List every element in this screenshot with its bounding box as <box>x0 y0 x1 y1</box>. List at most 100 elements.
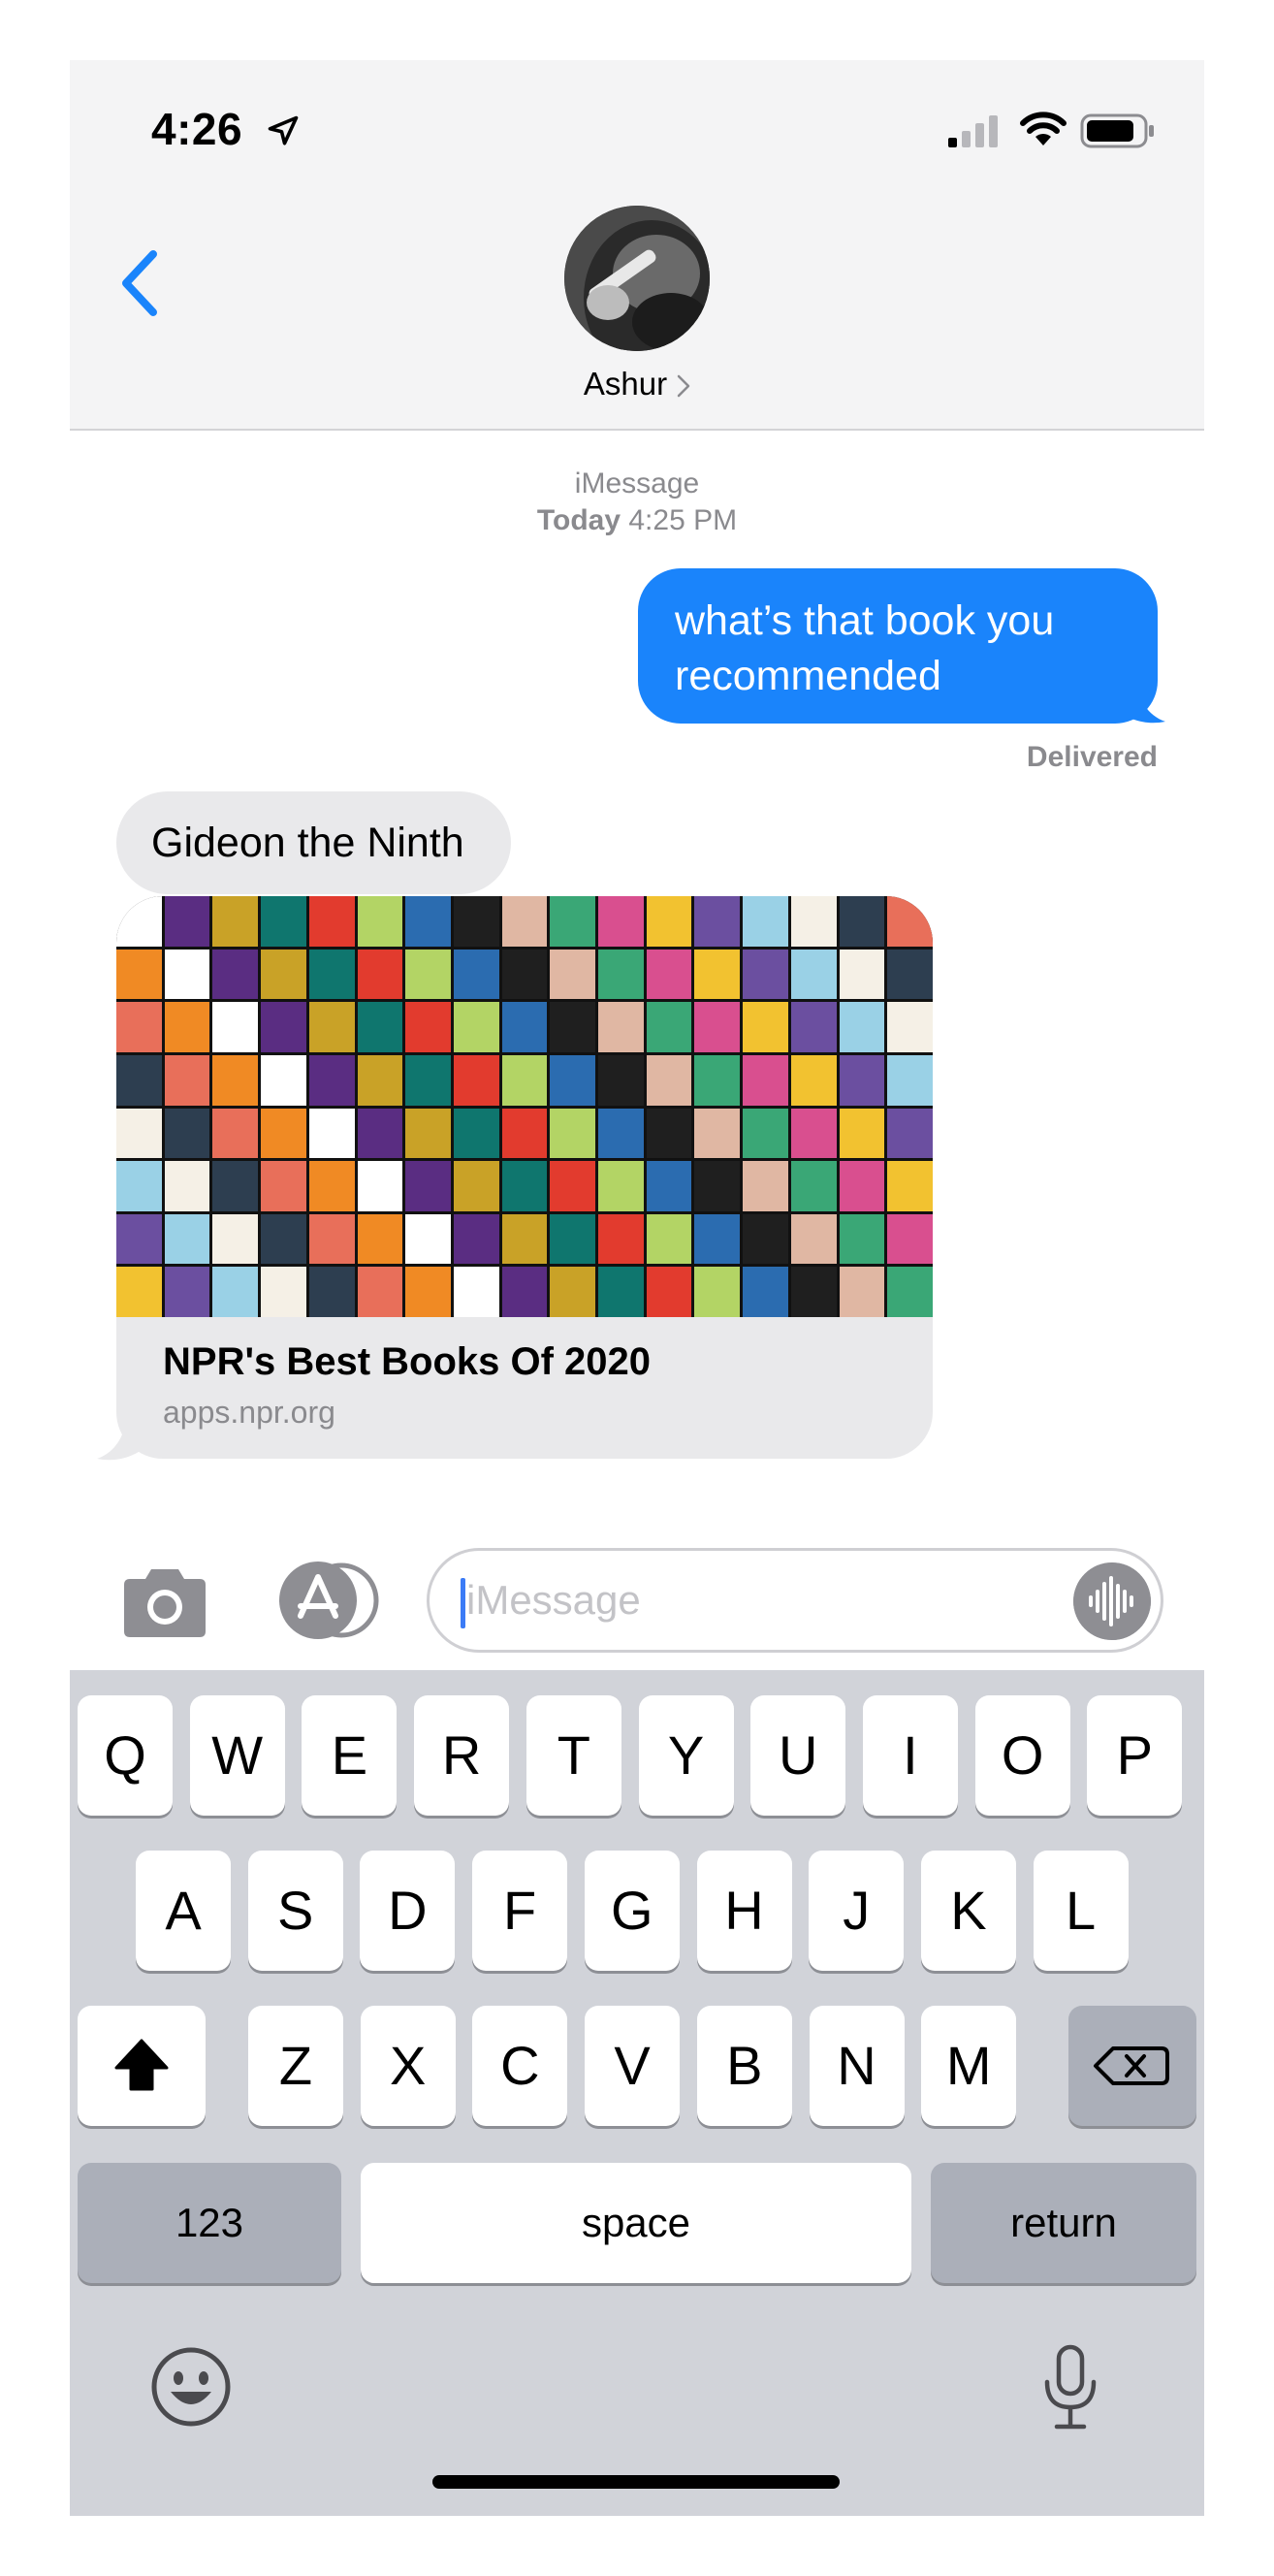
key-k[interactable]: K <box>920 1851 1016 1971</box>
key-f[interactable]: F <box>472 1851 568 1971</box>
timestamp-time: 4:25 PM <box>628 504 738 536</box>
back-button[interactable] <box>111 244 169 322</box>
key-r[interactable]: R <box>414 1695 510 1816</box>
outgoing-message-bubble[interactable]: what’s that book you recommended <box>638 568 1158 724</box>
key-n[interactable]: N <box>809 2006 905 2126</box>
book-cover <box>164 896 210 947</box>
book-cover <box>116 1054 162 1106</box>
book-cover <box>308 896 355 947</box>
audio-waveform-icon[interactable] <box>1073 1562 1151 1640</box>
book-cover <box>357 1108 403 1159</box>
incoming-message-bubble[interactable]: Gideon the Ninth <box>116 791 511 894</box>
book-cover <box>550 1161 596 1211</box>
book-cover <box>887 1002 933 1052</box>
book-cover <box>308 1161 355 1211</box>
book-cover <box>212 1054 259 1106</box>
book-cover <box>694 1002 741 1052</box>
text-cursor <box>461 1578 465 1628</box>
avatar-photo <box>564 206 710 351</box>
book-cover <box>357 1002 403 1052</box>
book-cover <box>550 949 596 1000</box>
book-cover <box>501 1213 548 1265</box>
book-cover <box>116 896 162 947</box>
key-v[interactable]: V <box>585 2006 681 2126</box>
camera-icon[interactable] <box>118 1565 211 1639</box>
status-time: 4:26 <box>151 104 243 154</box>
book-cover <box>116 1108 162 1159</box>
book-cover <box>694 949 741 1000</box>
key-i[interactable]: I <box>862 1695 958 1816</box>
book-cover <box>501 1002 548 1052</box>
emoji-icon[interactable] <box>149 2345 233 2429</box>
book-cover <box>308 1054 355 1106</box>
microphone-icon[interactable] <box>1041 2343 1099 2432</box>
key-m[interactable]: M <box>921 2006 1017 2126</box>
book-cover <box>790 1161 837 1211</box>
key-p[interactable]: P <box>1087 1695 1183 1816</box>
battery-icon <box>1080 113 1154 148</box>
key-o[interactable]: O <box>974 1695 1070 1816</box>
book-cover <box>790 1213 837 1265</box>
return-key[interactable]: return <box>931 2163 1196 2283</box>
key-e[interactable]: E <box>302 1695 398 1816</box>
book-cover <box>887 1213 933 1265</box>
book-cover <box>501 1108 548 1159</box>
book-cover-collage <box>116 896 933 1317</box>
book-cover <box>550 1054 596 1106</box>
numbers-key[interactable]: 123 <box>78 2163 341 2283</box>
book-cover <box>598 896 644 947</box>
delivery-status: Delivered <box>1026 741 1158 773</box>
key-t[interactable]: T <box>526 1695 621 1816</box>
key-z[interactable]: Z <box>248 2006 343 2126</box>
backspace-key[interactable] <box>1068 2006 1196 2126</box>
key-x[interactable]: X <box>360 2006 456 2126</box>
book-cover <box>646 1108 692 1159</box>
book-cover <box>261 1267 306 1317</box>
key-b[interactable]: B <box>696 2006 792 2126</box>
key-s[interactable]: S <box>247 1851 343 1971</box>
book-cover <box>550 1108 596 1159</box>
key-g[interactable]: G <box>584 1851 680 1971</box>
book-cover <box>453 1161 499 1211</box>
book-cover <box>887 1161 933 1211</box>
space-key[interactable]: space <box>361 2163 911 2283</box>
app-store-icon[interactable] <box>271 1560 380 1641</box>
message-input[interactable]: iMessage <box>427 1548 1163 1653</box>
key-l[interactable]: L <box>1033 1851 1129 1971</box>
key-d[interactable]: D <box>360 1851 456 1971</box>
key-y[interactable]: Y <box>638 1695 734 1816</box>
shift-key[interactable] <box>78 2006 206 2126</box>
book-cover <box>261 1161 306 1211</box>
message-input-placeholder: iMessage <box>466 1577 641 1623</box>
book-cover <box>743 949 788 1000</box>
incoming-message-text: Gideon the Ninth <box>151 820 464 866</box>
book-cover <box>212 896 259 947</box>
book-cover <box>646 1002 692 1052</box>
key-c[interactable]: C <box>472 2006 568 2126</box>
book-cover <box>164 1002 210 1052</box>
key-q[interactable]: Q <box>78 1695 173 1816</box>
book-cover <box>164 1267 210 1317</box>
key-u[interactable]: U <box>750 1695 846 1816</box>
book-cover <box>405 1002 451 1052</box>
book-cover <box>790 1267 837 1317</box>
book-cover <box>261 1108 306 1159</box>
key-w[interactable]: W <box>189 1695 285 1816</box>
home-indicator[interactable] <box>432 2475 840 2489</box>
link-preview-card[interactable]: NPR's Best Books Of 2020 apps.npr.org <box>116 896 933 1459</box>
contact-avatar[interactable] <box>564 206 710 351</box>
key-h[interactable]: H <box>696 1851 792 1971</box>
book-cover <box>212 1267 259 1317</box>
book-cover <box>405 1108 451 1159</box>
book-cover <box>743 1002 788 1052</box>
book-cover <box>453 1002 499 1052</box>
book-cover <box>261 1002 306 1052</box>
book-cover <box>357 949 403 1000</box>
contact-name-button[interactable]: Ashur <box>70 366 1204 402</box>
book-cover <box>887 1267 933 1317</box>
book-cover <box>790 949 837 1000</box>
key-a[interactable]: A <box>136 1851 231 1971</box>
book-cover <box>550 1267 596 1317</box>
book-cover <box>501 1161 548 1211</box>
key-j[interactable]: J <box>809 1851 905 1971</box>
